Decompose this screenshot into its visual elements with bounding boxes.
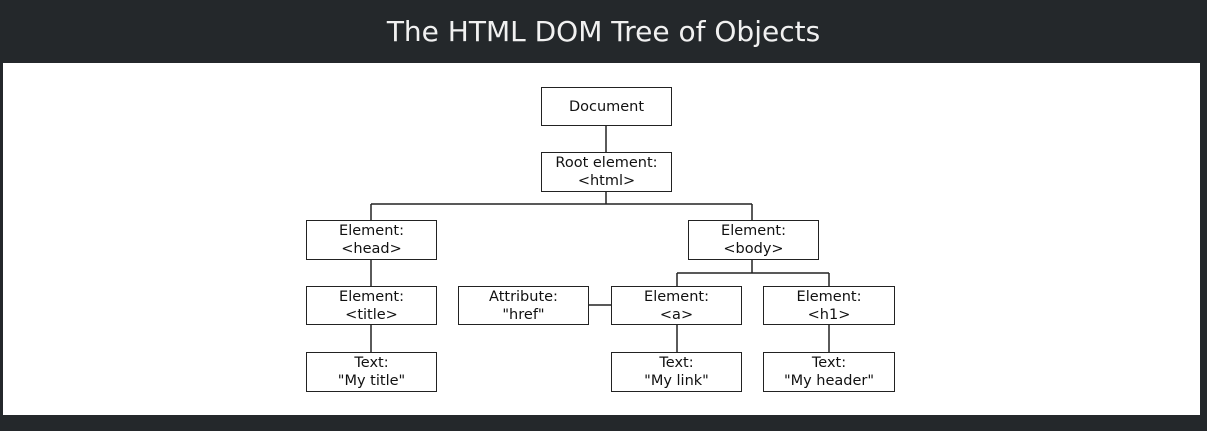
node-element-title: Element: <title>: [306, 286, 437, 325]
diagram-panel: Document Root element: <html> Element: <…: [3, 63, 1200, 415]
node-h1-tag: <h1>: [807, 306, 851, 323]
node-title-label: Element:: [339, 288, 404, 305]
node-head-label: Element:: [339, 223, 404, 239]
node-text-link-value: "My link": [644, 373, 709, 389]
node-body-label: Element:: [721, 223, 786, 239]
node-root-element: Root element: <html>: [541, 152, 672, 192]
node-document-label: Document: [568, 98, 645, 115]
node-text-title-value: "My title": [337, 373, 406, 389]
node-a-label: Element:: [644, 288, 709, 305]
node-document: Document: [541, 87, 672, 126]
node-root-tag: <html>: [577, 173, 636, 189]
node-element-h1: Element: <h1>: [763, 286, 895, 325]
node-a-tag: <a>: [659, 306, 694, 323]
node-text-link-label: Text:: [659, 355, 694, 371]
node-text-title-label: Text:: [354, 355, 389, 371]
node-text-my-header: Text: "My header": [763, 352, 895, 392]
node-text-header-label: Text:: [811, 355, 847, 371]
node-text-my-title: Text: "My title": [306, 352, 437, 392]
node-element-body: Element: <body>: [688, 220, 819, 260]
node-head-tag: <head>: [341, 241, 402, 257]
node-text-my-link: Text: "My link": [611, 352, 742, 392]
node-title-tag: <title>: [345, 306, 398, 323]
node-attr-label: Attribute:: [489, 288, 558, 305]
node-element-a: Element: <a>: [611, 286, 742, 325]
node-text-header-value: "My header": [783, 373, 875, 389]
node-attr-value: "href": [502, 306, 545, 323]
node-root-label: Root element:: [555, 155, 658, 171]
page-title: The HTML DOM Tree of Objects: [386, 14, 821, 48]
node-h1-label: Element:: [796, 288, 862, 305]
node-element-head: Element: <head>: [306, 220, 437, 260]
node-body-tag: <body>: [723, 241, 784, 257]
node-attribute-href: Attribute: "href": [458, 286, 589, 325]
